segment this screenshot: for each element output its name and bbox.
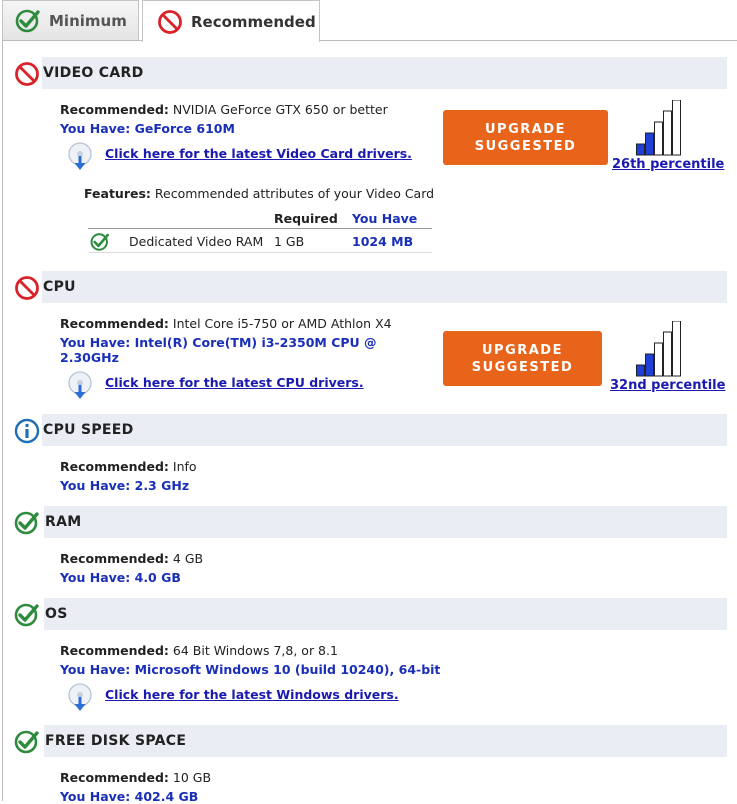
- cpu-percentile-link[interactable]: 32nd percentile: [610, 378, 725, 393]
- recommended-value: NVIDIA GeForce GTX 650 or better: [172, 102, 388, 117]
- tab-label: Recommended: [191, 12, 316, 31]
- recommended-row: Recommended: NVIDIA GeForce GTX 650 or b…: [60, 102, 388, 117]
- recommended-row: Recommended: Intel Core i5-750 or AMD At…: [60, 316, 392, 331]
- pass-icon: [14, 729, 40, 755]
- percentile-bar: [636, 143, 645, 156]
- feature-have: 1024 MB: [352, 234, 414, 249]
- you-have-value: You Have: 402.4 GB: [60, 789, 199, 804]
- fail-icon: [157, 9, 183, 35]
- recommended-row: Recommended: 64 Bit Windows 7,8, or 8.1: [60, 643, 338, 658]
- section-header-video-card: VIDEO CARD: [14, 57, 727, 89]
- recommended-row: Recommended: Info: [60, 459, 197, 474]
- percentile-bars-icon: [636, 100, 681, 156]
- features-text: Recommended attributes of your Video Car…: [154, 186, 435, 201]
- recommended-label: Recommended:: [60, 316, 169, 331]
- recommended-value: Info: [172, 459, 197, 474]
- upgrade-label-line1: UPGRADE: [484, 121, 566, 137]
- pass-icon: [14, 602, 40, 628]
- you-have-value-cont: 2.30GHz: [60, 350, 119, 365]
- pass-icon: [14, 510, 40, 536]
- fail-icon: [14, 275, 40, 301]
- tab-minimum[interactable]: Minimum: [2, 0, 139, 40]
- section-bar: [42, 271, 727, 303]
- upgrade-suggested-button[interactable]: UPGRADE SUGGESTED: [443, 331, 602, 386]
- pass-icon: [90, 232, 110, 252]
- upgrade-label-line2: SUGGESTED: [471, 359, 574, 375]
- features-table-bottom: [88, 252, 432, 253]
- percentile-bar: [645, 132, 654, 156]
- upgrade-label-line1: UPGRADE: [481, 342, 563, 358]
- you-have-value: You Have: 2.3 GHz: [60, 478, 190, 493]
- section-title: FREE DISK SPACE: [45, 733, 187, 749]
- section-bar: [42, 414, 727, 446]
- recommended-value: 10 GB: [172, 770, 212, 785]
- recommended-row: Recommended: 4 GB: [60, 551, 203, 566]
- recommended-label: Recommended:: [60, 459, 169, 474]
- video-percentile-link[interactable]: 26th percentile: [612, 157, 724, 172]
- download-icon[interactable]: [66, 683, 94, 713]
- features-header-you-have: You Have: [352, 211, 418, 226]
- percentile-bar: [636, 364, 645, 377]
- features-header-required: Required: [274, 211, 338, 226]
- upgrade-suggested-button[interactable]: UPGRADE SUGGESTED: [443, 110, 608, 165]
- feature-name: Dedicated Video RAM: [129, 234, 264, 249]
- section-title: CPU SPEED: [43, 422, 134, 438]
- download-icon[interactable]: [66, 371, 94, 401]
- fail-icon: [14, 61, 40, 87]
- percentile-bar: [654, 121, 663, 156]
- cpu-driver-link[interactable]: Click here for the latest CPU drivers.: [105, 375, 364, 390]
- percentile-bar: [663, 331, 672, 377]
- download-icon[interactable]: [66, 142, 94, 172]
- recommended-label: Recommended:: [60, 102, 169, 117]
- percentile-bar: [672, 321, 681, 377]
- section-bar: [42, 57, 727, 89]
- percentile-bars-icon: [636, 321, 681, 377]
- recommended-value: 4 GB: [172, 551, 204, 566]
- section-header-ram: RAM: [14, 506, 727, 538]
- percentile-bar: [645, 353, 654, 377]
- you-have-value: You Have: 4.0 GB: [60, 570, 181, 585]
- section-header-os: OS: [14, 598, 727, 630]
- section-title: VIDEO CARD: [43, 65, 144, 81]
- section-bar: [44, 598, 727, 630]
- percentile-bar: [663, 110, 672, 156]
- features-row: Features: Recommended attributes of your…: [84, 186, 434, 201]
- tab-recommended[interactable]: Recommended: [142, 0, 320, 42]
- percentile-bar: [672, 100, 681, 156]
- feature-required: 1 GB: [274, 234, 305, 249]
- pass-icon: [15, 8, 41, 34]
- features-table-divider: [88, 228, 432, 229]
- recommended-row: Recommended: 10 GB: [60, 770, 211, 785]
- section-header-cpu-speed: CPU SPEED: [14, 414, 727, 446]
- upgrade-label-line2: SUGGESTED: [474, 138, 577, 154]
- section-bar: [44, 506, 727, 538]
- recommended-value: Intel Core i5-750 or AMD Athlon X4: [172, 316, 392, 331]
- windows-driver-link[interactable]: Click here for the latest Windows driver…: [105, 687, 399, 702]
- percentile-bar: [654, 342, 663, 377]
- video-driver-link[interactable]: Click here for the latest Video Card dri…: [105, 146, 412, 161]
- section-header-free-disk-space: FREE DISK SPACE: [14, 725, 727, 757]
- tab-label: Minimum: [49, 11, 127, 30]
- recommended-value: 64 Bit Windows 7,8, or 8.1: [172, 643, 338, 658]
- recommended-label: Recommended:: [60, 551, 169, 566]
- section-title: OS: [45, 606, 68, 622]
- recommended-label: Recommended:: [60, 770, 169, 785]
- you-have-value: You Have: GeForce 610M: [60, 121, 235, 136]
- you-have-value: You Have: Microsoft Windows 10 (build 10…: [60, 662, 441, 677]
- section-header-cpu: CPU: [14, 271, 727, 303]
- section-title: CPU: [43, 279, 76, 295]
- you-have-value: You Have: Intel(R) Core(TM) i3-2350M CPU…: [60, 335, 377, 350]
- info-icon: [14, 418, 40, 444]
- recommended-label: Recommended:: [60, 643, 169, 658]
- section-title: RAM: [45, 514, 82, 530]
- features-label: Features:: [84, 186, 151, 201]
